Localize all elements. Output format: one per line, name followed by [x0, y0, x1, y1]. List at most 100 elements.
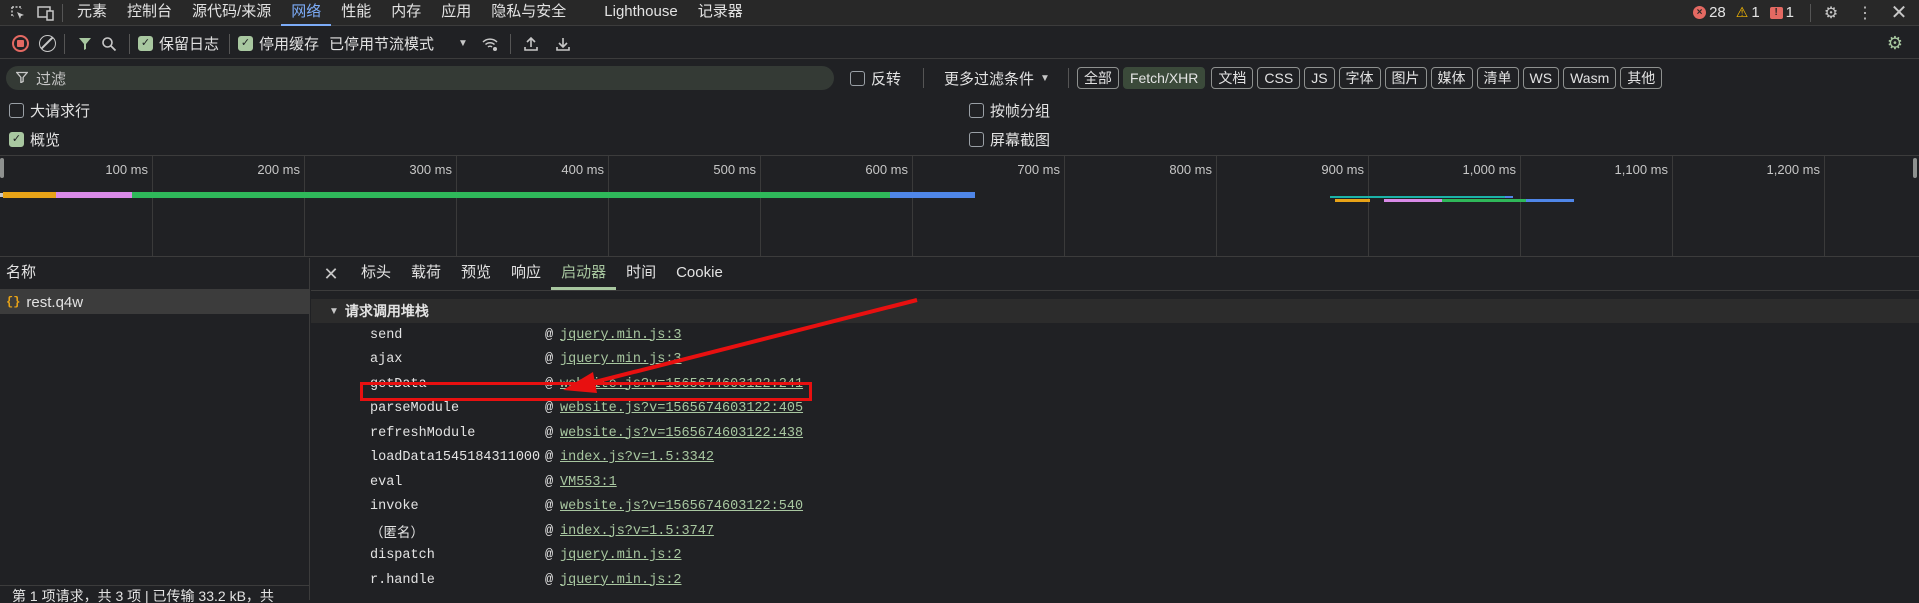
more-filters-dropdown[interactable]: 更多过滤条件 ▼ — [944, 68, 1050, 89]
resource-type-filter[interactable]: JS — [1304, 67, 1335, 89]
network-conditions-wifi-icon[interactable] — [478, 32, 502, 56]
throttling-select[interactable]: 已停用节流模式 ▼ — [329, 33, 468, 54]
export-har-download-icon[interactable] — [551, 32, 575, 56]
overview-checkbox[interactable]: ✓ 概览 — [9, 129, 60, 150]
large-rows-checkbox[interactable]: 大请求行 — [9, 100, 90, 121]
tick-line — [1064, 156, 1065, 256]
record-stop-button[interactable] — [12, 35, 29, 52]
warning-icon: ⚠ — [1735, 4, 1749, 20]
panel-tab[interactable]: 记录器 — [688, 0, 753, 26]
resource-type-filter[interactable]: Wasm — [1563, 67, 1617, 89]
resource-type-filter[interactable]: 文档 — [1211, 67, 1254, 89]
panel-tab[interactable]: 性能 — [331, 0, 381, 26]
resource-type-filter[interactable]: 全部 — [1076, 67, 1119, 89]
group-by-frame-checkbox[interactable]: 按帧分组 — [969, 100, 1050, 121]
disable-cache-label: 停用缓存 — [259, 36, 320, 53]
checkmark-icon: ✓ — [238, 36, 254, 51]
panel-tab[interactable]: Lighthouse — [594, 0, 687, 26]
name-column-header[interactable]: 名称 — [0, 258, 309, 290]
annotation-arrow — [563, 298, 918, 393]
resource-type-filter[interactable]: CSS — [1257, 67, 1301, 89]
resource-type-filter[interactable]: 其他 — [1620, 67, 1663, 89]
resource-type-filter[interactable]: 媒体 — [1430, 67, 1473, 89]
waterfall-mini-green — [1442, 199, 1526, 202]
tick-line — [1216, 156, 1217, 256]
tick-line — [1672, 156, 1673, 256]
close-devtools-icon[interactable]: ✕ — [1887, 1, 1911, 25]
selection-handle-left[interactable] — [0, 158, 4, 178]
issue-count: 1 — [1785, 4, 1794, 21]
at-separator: @ — [545, 474, 554, 490]
frame-source-link[interactable]: jquery.min.js:2 — [560, 573, 682, 588]
inspect-element-icon[interactable] — [6, 1, 30, 25]
group-by-frame-label: 按帧分组 — [990, 102, 1051, 120]
warning-counter[interactable]: ⚠ 1 — [1736, 4, 1760, 21]
selection-handle-right[interactable] — [1913, 158, 1917, 178]
waterfall-mini-teal — [1330, 196, 1508, 198]
request-details: ✕ 标头 载荷 预览 响应 启动器 时间 Cookie ▼ 请求调用堆栈 send @ jque… — [311, 258, 1919, 600]
more-filters-label: 更多过滤条件 — [944, 70, 1035, 88]
issue-icon: ! — [1769, 6, 1783, 19]
tick-label: 800 ms — [1169, 162, 1212, 177]
panel-tab[interactable]: 网络 — [281, 0, 332, 26]
frame-source-link[interactable]: website.js?v=1565674603122:540 — [560, 499, 803, 514]
network-settings-gear-icon[interactable]: ⚙ — [1883, 32, 1907, 56]
screenshots-checkbox[interactable]: 屏幕截图 — [969, 129, 1050, 150]
clear-log-button[interactable] — [39, 35, 56, 52]
tick-label: 1,100 ms — [1614, 162, 1668, 177]
device-toolbar-icon[interactable] — [34, 1, 58, 25]
overview-label: 概览 — [30, 131, 61, 149]
record-stop-icon — [17, 40, 24, 47]
error-counter[interactable]: × 28 — [1693, 4, 1726, 21]
frame-source-link[interactable]: jquery.min.js:2 — [560, 548, 682, 563]
panel-tabs: 元素 控制台 源代码/来源 网络 性能 内存 应用 隐私与安全 Lighthouse 记录器 — [67, 0, 753, 26]
waterfall-mini-blue — [1505, 196, 1513, 198]
search-icon[interactable] — [97, 32, 121, 56]
panel-tab[interactable]: 隐私与安全 — [481, 0, 576, 26]
filter-funnel-icon[interactable] — [73, 32, 97, 56]
frame-source-link[interactable]: index.js?v=1.5:3342 — [560, 450, 714, 465]
at-separator: @ — [545, 499, 554, 514]
frame-function: eval — [370, 474, 403, 490]
resource-type-filter[interactable]: 字体 — [1338, 67, 1381, 89]
tick-label: 200 ms — [257, 162, 300, 177]
frame-function: （匿名） — [370, 526, 424, 542]
toolbar-divider — [229, 33, 231, 54]
toolbar-divider — [129, 33, 130, 54]
frame-source-link[interactable]: index.js?v=1.5:3747 — [560, 524, 714, 539]
resource-type-filter[interactable]: 图片 — [1384, 67, 1427, 89]
network-overview-timeline[interactable]: 100 ms 200 ms 300 ms 400 ms 500 ms 600 ms 700 … — [0, 155, 1919, 257]
invert-checkbox[interactable]: 反转 — [850, 68, 901, 89]
preserve-log-checkbox[interactable]: ✓ 保留日志 — [138, 33, 219, 54]
tick-label: 500 ms — [713, 162, 756, 177]
options-row-2: ✓ 概览 屏幕截图 — [0, 127, 1919, 151]
at-separator: @ — [545, 425, 554, 441]
panel-tab[interactable]: 应用 — [431, 0, 481, 26]
checkmark-icon: ✓ — [9, 131, 24, 147]
disable-cache-checkbox[interactable]: ✓ 停用缓存 — [238, 33, 319, 54]
settings-gear-icon[interactable]: ⚙ — [1819, 1, 1843, 25]
more-options-icon[interactable]: ⋮ — [1853, 1, 1877, 25]
waterfall-segment-green — [132, 192, 890, 198]
stack-frame: eval @ VM553:1 — [311, 470, 1911, 494]
resource-type-filter[interactable]: Fetch/XHR — [1122, 67, 1206, 89]
frame-source-link[interactable]: VM553:1 — [560, 475, 617, 490]
screenshots-label: 屏幕截图 — [990, 131, 1051, 149]
throttling-value: 已停用节流模式 — [329, 36, 435, 53]
waterfall-mini-blue2 — [1526, 199, 1574, 202]
frame-source-link[interactable]: website.js?v=1565674603122:438 — [560, 426, 803, 441]
request-row[interactable]: {} rest.q4w — [0, 290, 309, 314]
panel-tab[interactable]: 元素 — [67, 0, 117, 26]
tick-line — [304, 156, 305, 256]
issues-counter[interactable]: ! 1 — [1769, 4, 1794, 21]
panel-tab[interactable]: 源代码/来源 — [182, 0, 281, 26]
tick-label: 300 ms — [409, 162, 452, 177]
resource-type-filter[interactable]: 清单 — [1476, 67, 1519, 89]
panel-tab[interactable]: 控制台 — [117, 0, 182, 26]
tab-bar-right: × 28 ⚠ 1 ! 1 ⚙ ⋮ ✕ — [1693, 1, 1919, 25]
filter-input[interactable]: 过滤 — [6, 66, 834, 90]
waterfall-mini-purple — [1384, 199, 1442, 202]
panel-tab[interactable]: 内存 — [381, 0, 431, 26]
resource-type-filter[interactable]: WS — [1522, 67, 1560, 89]
import-har-upload-icon[interactable] — [519, 32, 543, 56]
